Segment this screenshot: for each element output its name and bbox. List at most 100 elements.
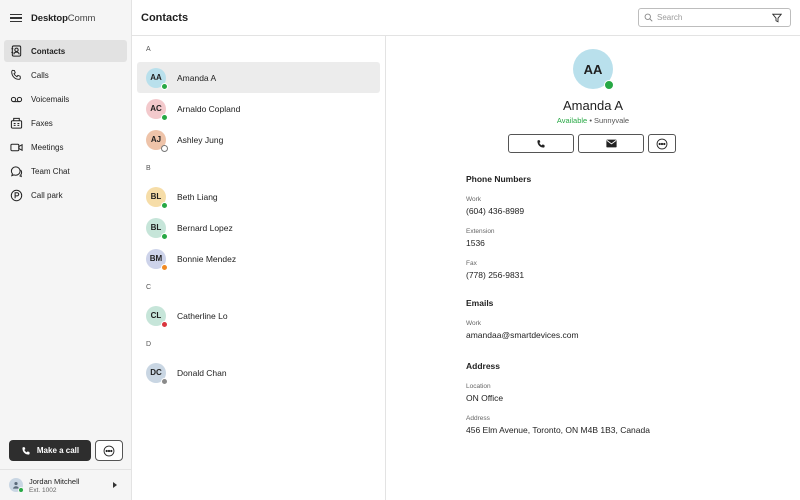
phone-icon — [9, 68, 23, 82]
extension-value[interactable]: 1536 — [466, 238, 531, 248]
avatar-initials: AJ — [150, 135, 162, 144]
brand-bold: Desktop — [31, 12, 68, 24]
sidebar-item-faxes[interactable]: Faxes — [4, 112, 127, 134]
status-text: Available — [556, 116, 588, 125]
section-letter: A — [146, 45, 151, 53]
contact-status-line: Available • Sunnyvale — [386, 116, 800, 125]
section-letter: C — [146, 283, 152, 291]
work-phone-value[interactable]: (604) 436-8989 — [466, 206, 531, 216]
address-section: Address Location ON Office Address 456 E… — [466, 361, 650, 435]
app-brand: DesktopComm — [31, 13, 95, 24]
menu-icon[interactable] — [10, 13, 22, 23]
contact-actions — [508, 134, 680, 153]
avatar: CL — [146, 305, 168, 328]
contact-detail: AA Amanda A Available • Sunnyvale Phone … — [386, 36, 800, 500]
avatar-initials: BL — [150, 223, 162, 232]
sidebar-item-meetings[interactable]: Meetings — [4, 136, 127, 158]
list-item[interactable]: AC Arnaldo Copland — [137, 93, 380, 124]
avatar-initials: DC — [150, 368, 162, 377]
user-name: Jordan Mitchell — [29, 476, 80, 486]
section-title: Emails — [466, 298, 494, 308]
sidebar-nav: Contacts Calls Voicemails Faxes Meetings — [0, 40, 131, 206]
sidebar-item-team-chat[interactable]: Team Chat — [4, 160, 127, 182]
status-dot — [161, 377, 168, 385]
field-label: Work — [466, 320, 482, 327]
more-options-button[interactable] — [648, 134, 676, 153]
field-label: Location — [466, 383, 491, 390]
contact-name: Bonnie Mendez — [177, 253, 237, 264]
email-button[interactable] — [578, 134, 644, 153]
avatar-initials: AA — [583, 61, 603, 77]
avatar — [9, 478, 24, 493]
make-call-label: Make a call — [36, 446, 80, 455]
avatar-initials: CL — [150, 311, 162, 320]
list-item[interactable]: BL Bernard Lopez — [137, 212, 380, 243]
contact-name: Catherline Lo — [177, 310, 228, 321]
avatar: DC — [146, 362, 168, 385]
emails-section: Emails Work amandaa@smartdevices.com — [466, 298, 579, 340]
fax-icon — [9, 116, 23, 130]
sidebar-item-label: Meetings — [31, 142, 64, 152]
search-input[interactable] — [657, 13, 767, 22]
current-user[interactable]: Jordan Mitchell Ext. 1002 — [0, 469, 131, 500]
section-letter: D — [146, 340, 152, 348]
status-dot — [161, 82, 168, 90]
chat-icon — [9, 164, 23, 178]
status-dot — [161, 320, 168, 328]
fax-value[interactable]: (778) 256-9831 — [466, 270, 531, 280]
location-value: ON Office — [466, 393, 504, 403]
sidebar-item-label: Contacts — [31, 46, 66, 56]
search-icon — [644, 13, 653, 22]
sidebar-topbar: DesktopComm — [0, 0, 131, 36]
sidebar-item-label: Calls — [31, 70, 49, 80]
sidebar-item-label: Call park — [31, 190, 63, 200]
avatar-initials: AA — [150, 73, 162, 82]
call-button[interactable] — [508, 134, 574, 153]
sidebar-item-label: Voicemails — [31, 94, 70, 104]
sidebar-more-button[interactable] — [95, 440, 123, 461]
list-item[interactable]: BL Beth Liang — [137, 181, 380, 212]
status-dot — [161, 113, 168, 121]
caret-right-icon — [113, 482, 117, 488]
voicemail-icon — [9, 92, 23, 106]
search-box — [638, 8, 791, 27]
list-item[interactable]: DC Donald Chan — [137, 357, 380, 388]
list-item[interactable]: CL Catherline Lo — [137, 300, 380, 331]
avatar: AA — [146, 67, 168, 90]
location-text: Sunnyvale — [594, 116, 630, 125]
section-title: Address — [466, 361, 501, 371]
list-item[interactable]: AJ Ashley Jung — [137, 124, 380, 155]
list-item[interactable]: AA Amanda A — [137, 62, 380, 93]
sidebar-item-voicemails[interactable]: Voicemails — [4, 88, 127, 110]
filter-icon[interactable] — [772, 13, 782, 23]
avatar: BL — [146, 186, 168, 209]
make-call-row: Make a call — [9, 440, 123, 461]
user-status-dot — [18, 487, 24, 493]
contact-name: Arnaldo Copland — [177, 103, 241, 114]
sidebar-item-contacts[interactable]: Contacts — [4, 40, 127, 62]
brand-light: Comm — [67, 12, 96, 24]
sidebar-item-calls[interactable]: Calls — [4, 64, 127, 86]
sidebar-item-call-park[interactable]: Call park — [4, 184, 127, 206]
header: Contacts — [132, 0, 800, 36]
contact-name: Ashley Jung — [177, 134, 224, 145]
phone-icon — [537, 139, 545, 148]
phone-icon — [22, 446, 30, 455]
field-label: Work — [466, 196, 482, 203]
user-extension: Ext. 1002 — [29, 486, 57, 494]
email-value[interactable]: amandaa@smartdevices.com — [466, 330, 579, 340]
more-options-icon — [103, 445, 115, 456]
sidebar: DesktopComm Contacts Calls Voicemails Fa… — [0, 0, 132, 500]
list-item[interactable]: BM Bonnie Mendez — [137, 243, 380, 274]
avatar: BL — [146, 217, 168, 240]
contact-name: Bernard Lopez — [177, 222, 233, 233]
avatar: BM — [146, 248, 168, 271]
avatar: AA — [573, 49, 614, 90]
contacts-icon — [9, 44, 23, 58]
contact-name: Donald Chan — [177, 367, 227, 378]
user-info: Jordan Mitchell Ext. 1002 — [29, 477, 79, 494]
make-call-button[interactable]: Make a call — [9, 440, 91, 461]
section-title: Phone Numbers — [466, 174, 532, 184]
separator: • — [589, 116, 592, 125]
avatar: AJ — [146, 129, 168, 152]
